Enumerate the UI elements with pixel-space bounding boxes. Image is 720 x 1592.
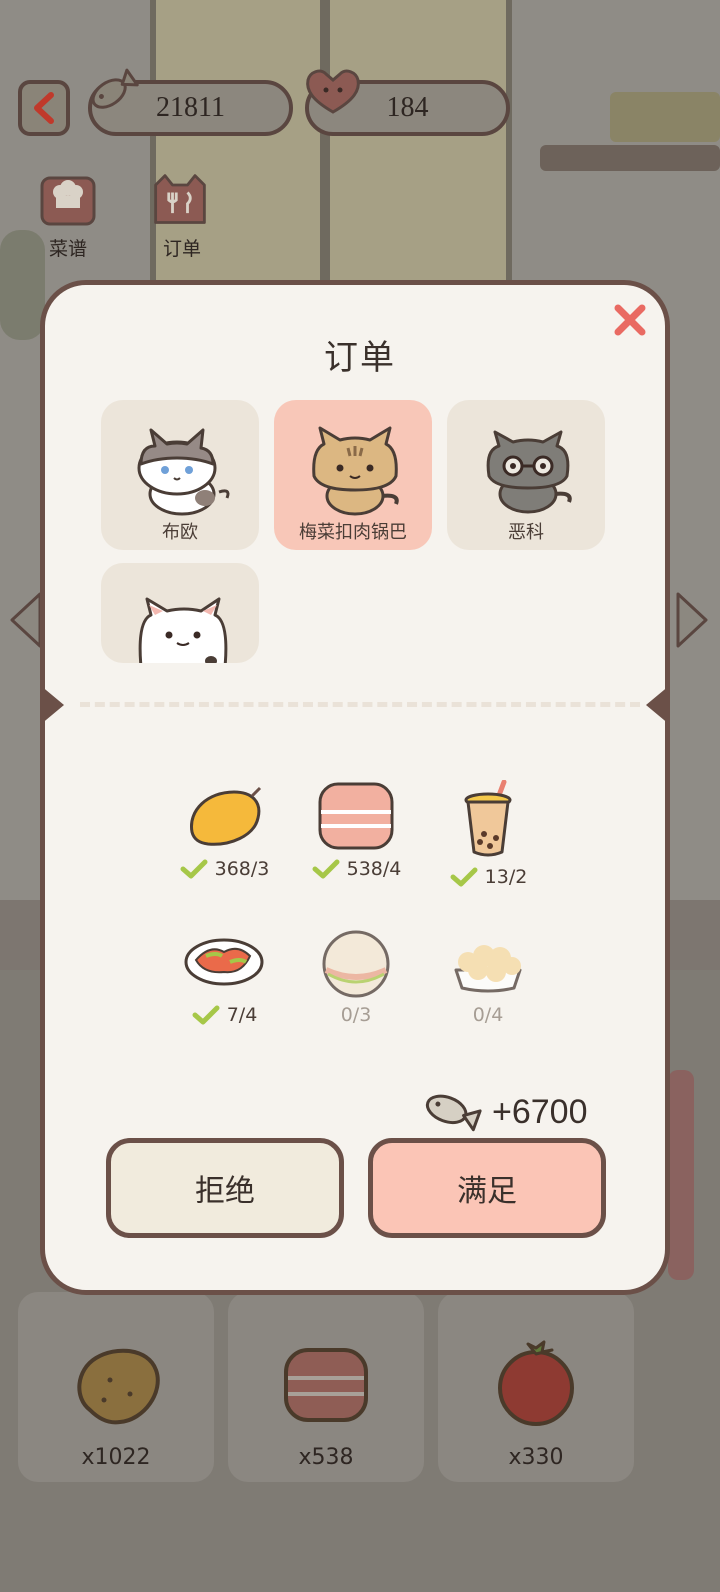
sandwich-icon [322,930,390,998]
ingredient-item: 368/3 [164,780,284,882]
heart-icon [302,66,364,120]
inventory-count: x538 [298,1445,354,1470]
ingredient-item: 538/4 [296,780,416,882]
inventory-count: x330 [508,1445,564,1470]
cat-card[interactable]: 恶科 [447,400,605,550]
tab-recipes-label: 菜谱 [48,238,87,260]
inventory-item[interactable]: x538 [228,1292,424,1482]
popcorn-chicken-icon [454,945,522,993]
arrow-right-icon[interactable] [672,590,712,650]
tomato-dish-icon [184,938,264,986]
fish-icon [82,62,140,124]
back-arrow-icon [34,92,54,124]
ingredient-count-text: 368/3 [214,858,270,880]
tab-orders[interactable]: 订单 [150,170,222,261]
cat-name: 恶科 [508,522,544,543]
modal-notch-left [40,685,64,725]
inventory-item[interactable]: x1022 [18,1292,214,1482]
back-button[interactable] [18,80,70,136]
cat-card[interactable]: 布欧 [101,400,259,550]
reject-button[interactable]: 拒绝 [106,1138,344,1238]
ingredient-count-text: 7/4 [226,1004,258,1026]
background-side-item [668,1070,694,1280]
fish-count: 21811 [156,92,225,123]
cat-name: 布欧 [162,522,198,543]
bacon-stack-icon [318,782,394,850]
tab-orders-label: 订单 [162,238,201,260]
bubble-tea-icon [464,779,512,857]
close-icon [614,304,646,336]
cat-card-selected[interactable]: 梅菜扣肉锅巴 [274,400,432,550]
cat-gray-glasses-icon [486,430,572,514]
ingredient-item: 0/3 [296,926,416,1028]
ingredient-count: 368/3 [164,856,284,882]
cat-tabby-icon [312,426,399,516]
cat-card[interactable] [101,563,259,663]
reject-label: 拒绝 [195,1174,255,1209]
check-icon [180,859,208,879]
ingredient-count: 7/4 [164,1002,284,1028]
bacon-icon [284,1348,368,1422]
ingredient-count-text: 0/4 [472,1004,504,1026]
cat-white-icon [138,597,228,663]
ingredient-count-text: 13/2 [484,866,528,888]
reward-amount: +6700 [492,1092,588,1131]
accept-button[interactable]: 满足 [368,1138,606,1238]
ingredient-count-text: 538/4 [346,858,402,880]
background-books [610,92,720,142]
cat-order-icon [154,174,206,224]
background-window-frame [320,0,330,300]
mango-icon [190,786,262,846]
cat-bu-ou-icon [137,428,230,516]
cat-name: 梅菜扣肉锅巴 [299,522,407,543]
ingredient-count: 0/3 [296,1002,416,1028]
potato-icon [77,1348,160,1425]
reward: +6700 [420,1082,588,1142]
close-button[interactable] [610,300,650,340]
fish-icon [425,1094,482,1132]
divider [80,702,640,707]
ingredient-count-text: 0/3 [340,1004,372,1026]
inventory-count: x1022 [81,1445,151,1470]
tomato-icon [498,1340,574,1426]
chef-hat-icon [40,176,96,226]
check-icon [192,1005,220,1025]
ingredient-item: 7/4 [164,926,284,1028]
inventory-item[interactable]: x330 [438,1292,634,1482]
ingredient-item: 0/4 [428,926,548,1028]
background-shelf [540,145,720,171]
check-icon [450,867,478,887]
accept-label: 满足 [457,1174,517,1209]
heart-count: 184 [386,92,429,123]
ingredient-count: 538/4 [296,856,416,882]
modal-notch-right [646,685,670,725]
ingredient-count: 0/4 [428,1002,548,1028]
tab-recipes[interactable]: 菜谱 [38,170,108,261]
ingredient-item: 13/2 [428,779,548,890]
check-icon [312,859,340,879]
ingredient-count: 13/2 [428,864,548,890]
